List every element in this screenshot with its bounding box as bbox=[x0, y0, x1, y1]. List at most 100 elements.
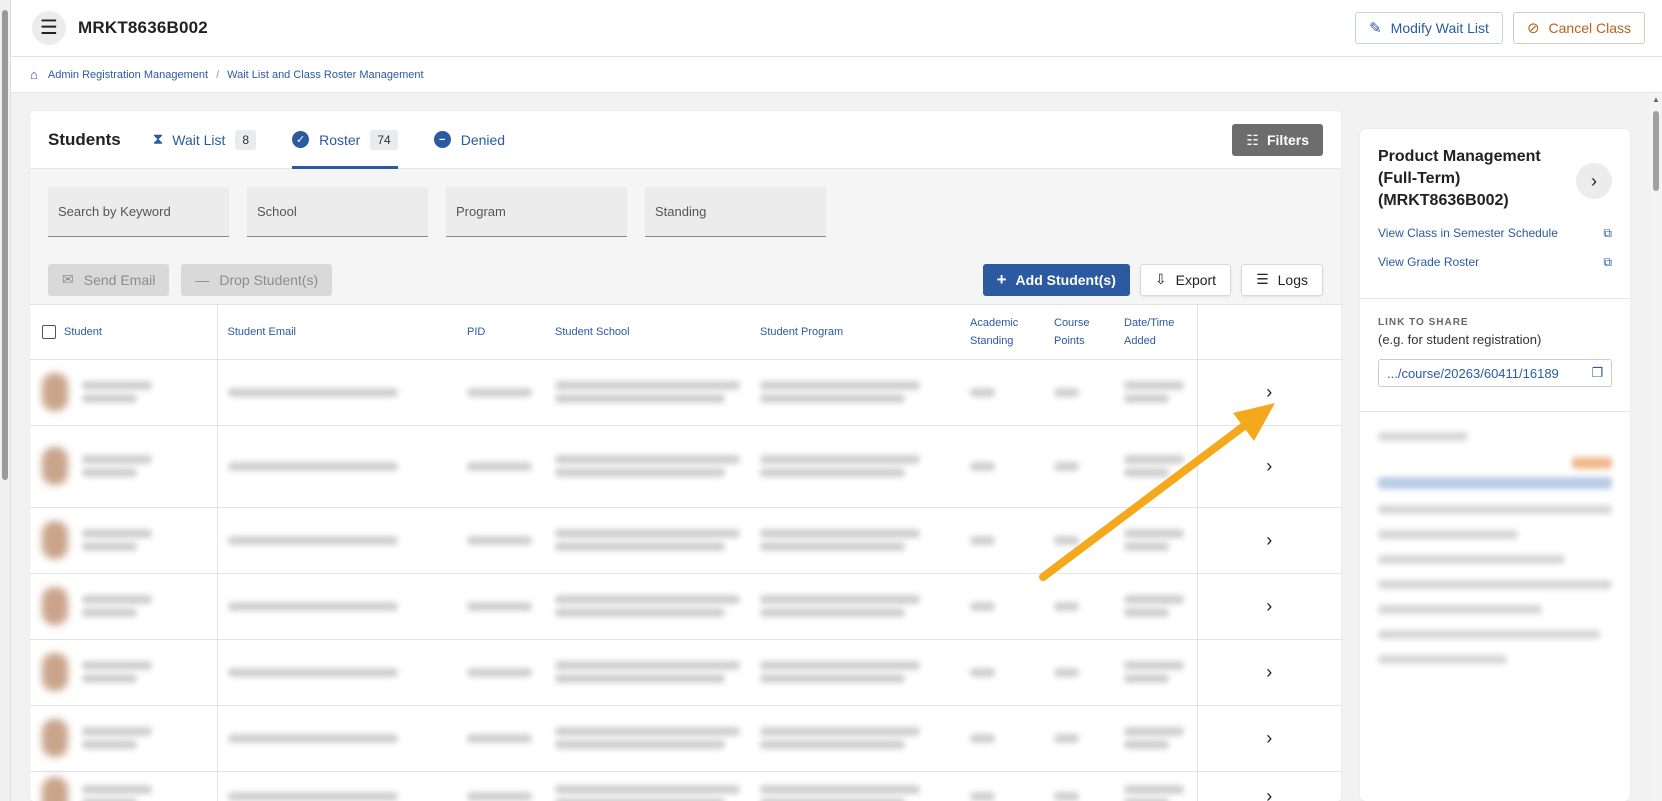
minus-circle-icon: − bbox=[433, 131, 451, 148]
cancel-class-label: Cancel Class bbox=[1548, 20, 1631, 36]
filters-button[interactable]: ☷ Filters bbox=[1232, 124, 1323, 156]
pid-cell bbox=[457, 359, 545, 426]
col-date-added[interactable]: Date/Time Added bbox=[1114, 305, 1197, 360]
points-cell bbox=[1044, 639, 1114, 706]
school-filter-input[interactable] bbox=[247, 187, 428, 237]
tab-denied-label: Denied bbox=[460, 131, 506, 148]
logs-button[interactable]: ☰ Logs bbox=[1241, 263, 1323, 296]
hamburger-icon: ☰ bbox=[40, 17, 58, 39]
table-row[interactable]: › bbox=[30, 705, 1341, 772]
breadcrumb-wait-list-roster[interactable]: Wait List and Class Roster Management bbox=[227, 69, 423, 81]
table-row[interactable]: › bbox=[30, 639, 1341, 706]
course-title: Product Management (Full-Term) (MRKT8636… bbox=[1378, 148, 1541, 209]
pid-cell bbox=[457, 705, 545, 772]
col-actions bbox=[1196, 305, 1341, 360]
row-expand-button[interactable]: › bbox=[1196, 507, 1341, 574]
export-button[interactable]: ⇩ Export bbox=[1139, 263, 1232, 296]
table-row[interactable]: › bbox=[30, 425, 1341, 508]
email-cell bbox=[217, 771, 457, 801]
top-actions: ✎ Modify Wait List ⊘ Cancel Class bbox=[1355, 12, 1645, 44]
scroll-up-icon[interactable]: ▲ bbox=[1652, 95, 1660, 104]
chevron-right-icon: › bbox=[1591, 170, 1597, 191]
minus-icon: — bbox=[195, 271, 210, 288]
right-scrollbar-thumb[interactable] bbox=[1653, 111, 1659, 191]
expand-panel-button[interactable]: › bbox=[1576, 163, 1612, 199]
col-email[interactable]: Student Email bbox=[217, 305, 457, 360]
row-expand-button[interactable]: › bbox=[1196, 359, 1341, 426]
col-course-points[interactable]: Course Points bbox=[1044, 305, 1114, 360]
col-program[interactable]: Student Program bbox=[750, 305, 960, 360]
table-row[interactable]: › bbox=[30, 573, 1341, 640]
program-cell bbox=[750, 507, 960, 574]
right-scrollbar[interactable]: ▲ bbox=[1650, 93, 1662, 801]
row-expand-button[interactable]: › bbox=[1196, 573, 1341, 640]
view-grade-roster-link[interactable]: View Grade Roster ⧉ bbox=[1378, 255, 1612, 270]
row-expand-button[interactable]: › bbox=[1196, 639, 1341, 706]
action-row: ✉ Send Email — Drop Student(s) + Add Stu… bbox=[30, 255, 1341, 305]
share-link-box[interactable]: .../course/20263/60411/16189 ❐ bbox=[1378, 359, 1612, 387]
blurred-details bbox=[1360, 412, 1630, 700]
breadcrumb: ⌂ Admin Registration Management / Wait L… bbox=[11, 57, 1662, 93]
view-grade-label: View Grade Roster bbox=[1378, 255, 1480, 269]
tab-roster-label: Roster bbox=[319, 131, 361, 148]
row-expand-button[interactable]: › bbox=[1196, 771, 1341, 801]
standing-filter-input[interactable] bbox=[645, 187, 826, 237]
share-label: LINK TO SHARE bbox=[1378, 317, 1469, 328]
tab-denied[interactable]: − Denied bbox=[433, 111, 506, 169]
table-row[interactable]: › bbox=[30, 359, 1341, 426]
table-row[interactable]: › bbox=[30, 771, 1341, 801]
view-schedule-link[interactable]: View Class in Semester Schedule ⧉ bbox=[1378, 226, 1612, 241]
school-cell bbox=[545, 771, 750, 801]
col-student[interactable]: Student bbox=[30, 305, 218, 360]
col-course-label: Course bbox=[1054, 316, 1090, 329]
menu-button[interactable]: ☰ bbox=[32, 11, 66, 45]
top-bar: ☰ MRKT8636B002 ✎ Modify Wait List ⊘ Canc… bbox=[11, 0, 1662, 57]
sliders-icon: ☷ bbox=[1246, 131, 1259, 148]
avatar bbox=[42, 777, 68, 801]
col-academic-label: Academic bbox=[970, 316, 1019, 329]
table-row[interactable]: › bbox=[30, 507, 1341, 574]
tab-roster[interactable]: ✓ Roster 74 bbox=[292, 111, 398, 169]
chevron-right-icon: › bbox=[1266, 661, 1273, 682]
breadcrumb-separator: / bbox=[216, 68, 220, 81]
row-expand-button[interactable]: › bbox=[1196, 425, 1341, 508]
col-school[interactable]: Student School bbox=[545, 305, 750, 360]
cancel-class-button[interactable]: ⊘ Cancel Class bbox=[1512, 12, 1645, 44]
share-link-section: LINK TO SHARE (e.g. for student registra… bbox=[1360, 299, 1630, 412]
points-cell bbox=[1044, 359, 1114, 426]
points-cell bbox=[1044, 705, 1114, 772]
email-cell bbox=[217, 639, 457, 706]
left-scrollbar-thumb[interactable] bbox=[2, 10, 8, 480]
home-icon[interactable]: ⌂ bbox=[30, 67, 38, 82]
col-academic-standing[interactable]: Academic Standing bbox=[960, 305, 1044, 360]
list-icon: ☰ bbox=[1256, 271, 1269, 287]
add-students-button[interactable]: + Add Student(s) bbox=[982, 263, 1130, 296]
search-keyword-input[interactable] bbox=[48, 187, 229, 237]
export-label: Export bbox=[1175, 271, 1217, 288]
pid-cell bbox=[457, 425, 545, 508]
left-scrollbar[interactable] bbox=[0, 0, 11, 801]
class-details-panel: Product Management (Full-Term) (MRKT8636… bbox=[1360, 129, 1630, 801]
school-cell bbox=[545, 359, 750, 426]
col-pid[interactable]: PID bbox=[457, 305, 545, 360]
panel-header: Product Management (Full-Term) (MRKT8636… bbox=[1360, 129, 1630, 299]
table-header-row: Student Student Email PID Student School… bbox=[30, 305, 1341, 360]
drop-student-button[interactable]: — Drop Student(s) bbox=[181, 263, 333, 296]
chevron-right-icon: › bbox=[1266, 785, 1273, 801]
tab-wait-list[interactable]: ⧗ Wait List 8 bbox=[153, 111, 257, 169]
program-filter-input[interactable] bbox=[446, 187, 627, 237]
modify-wait-list-button[interactable]: ✎ Modify Wait List bbox=[1355, 12, 1503, 44]
avatar bbox=[42, 587, 68, 625]
student-cell bbox=[30, 573, 218, 640]
standing-cell bbox=[960, 639, 1044, 706]
send-email-button[interactable]: ✉ Send Email bbox=[48, 263, 170, 296]
program-cell bbox=[750, 359, 960, 426]
copy-icon[interactable]: ❐ bbox=[1591, 365, 1603, 381]
points-cell bbox=[1044, 771, 1114, 801]
program-cell bbox=[750, 771, 960, 801]
select-all-checkbox[interactable] bbox=[42, 324, 56, 339]
student-cell bbox=[30, 771, 218, 801]
breadcrumb-admin-registration[interactable]: Admin Registration Management bbox=[48, 69, 208, 81]
send-email-label: Send Email bbox=[83, 271, 156, 288]
row-expand-button[interactable]: › bbox=[1196, 705, 1341, 772]
